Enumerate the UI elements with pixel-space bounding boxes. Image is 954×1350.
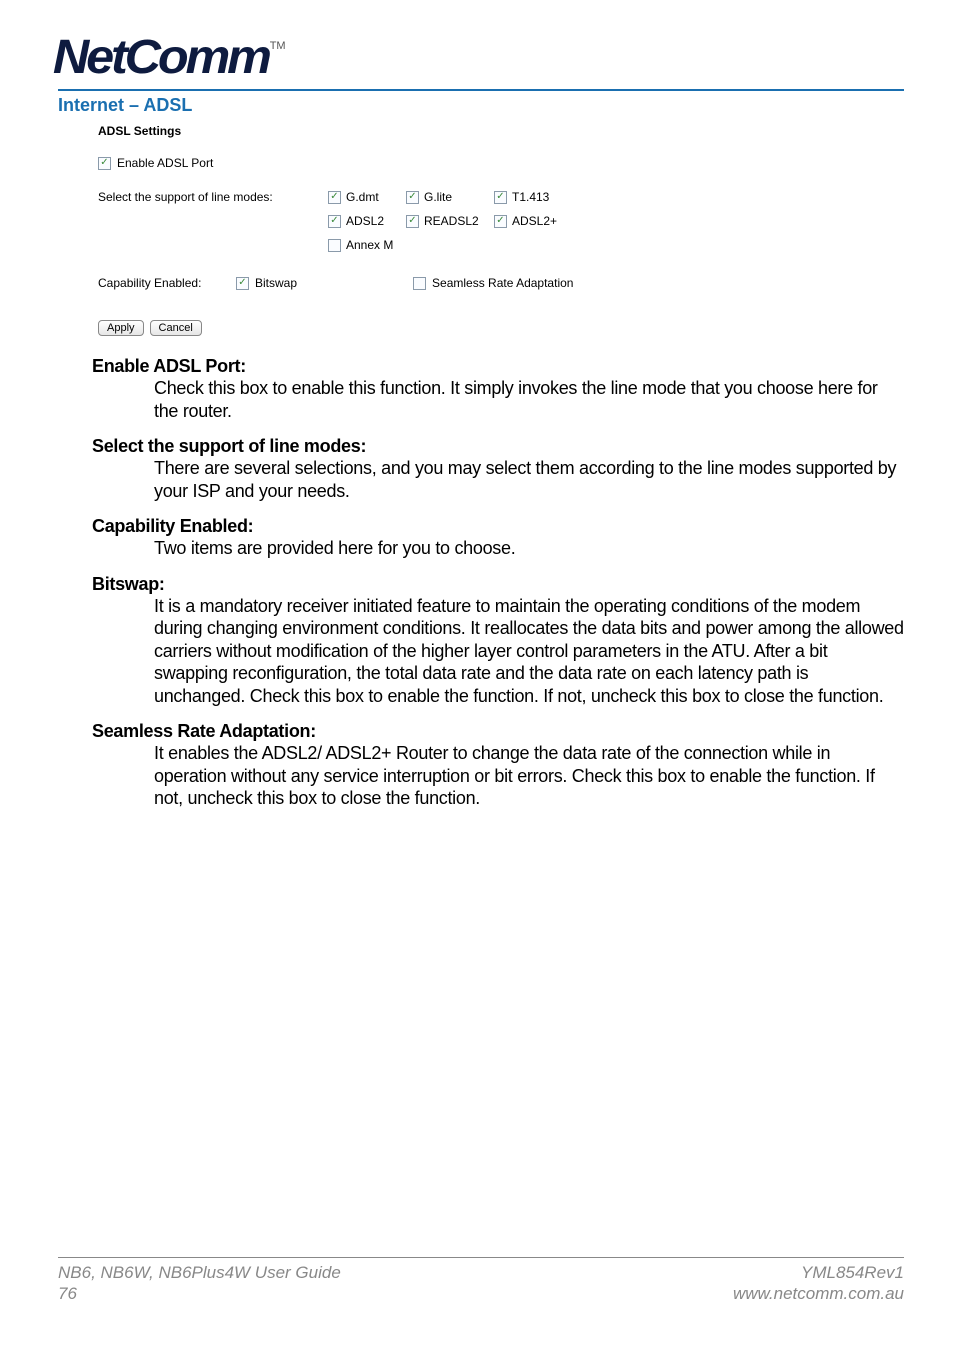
footer-url: www.netcomm.com.au [733,1283,904,1304]
adsl2-label: ADSL2 [346,214,384,228]
panel-heading: ADSL Settings [98,124,658,138]
enable-adsl-checkbox[interactable]: ✓ [98,157,111,170]
desc-enable-title: Enable ADSL Port: [92,356,904,377]
adsl2-checkbox[interactable]: ✓ [328,215,341,228]
gdmt-checkbox[interactable]: ✓ [328,191,341,204]
enable-adsl-label: Enable ADSL Port [117,156,213,170]
glite-label: G.lite [424,190,452,204]
desc-enable-body: Check this box to enable this function. … [154,377,904,422]
t1413-label: T1.413 [512,190,549,204]
annexm-label: Annex M [346,238,393,252]
desc-linemodes-body: There are several selections, and you ma… [154,457,904,502]
line-modes-label: Select the support of line modes: [98,190,308,252]
desc-linemodes-title: Select the support of line modes: [92,436,904,457]
desc-capability-title: Capability Enabled: [92,516,904,537]
desc-bitswap-body: It is a mandatory receiver initiated fea… [154,595,904,708]
desc-bitswap-title: Bitswap: [92,574,904,595]
cancel-button[interactable]: Cancel [150,320,202,336]
readsl2-checkbox[interactable]: ✓ [406,215,419,228]
desc-sra-title: Seamless Rate Adaptation: [92,721,904,742]
brand-name: NetComm [53,30,269,85]
bitswap-label: Bitswap [255,276,297,290]
readsl2-label: READSL2 [424,214,479,228]
sra-label: Seamless Rate Adaptation [432,276,573,290]
apply-button[interactable]: Apply [98,320,144,336]
brand-logo: NetComm TM [58,30,904,85]
adsl2p-label: ADSL2+ [512,214,557,228]
bitswap-checkbox[interactable]: ✓ [236,277,249,290]
capability-label: Capability Enabled: [98,276,218,290]
glite-checkbox[interactable]: ✓ [406,191,419,204]
adsl2p-checkbox[interactable]: ✓ [494,215,507,228]
desc-sra-body: It enables the ADSL2/ ADSL2+ Router to c… [154,742,904,810]
t1413-checkbox[interactable]: ✓ [494,191,507,204]
trademark-icon: TM [270,40,286,52]
sra-checkbox[interactable] [413,277,426,290]
gdmt-label: G.dmt [346,190,379,204]
footer-rev: YML854Rev1 [733,1262,904,1283]
section-title: Internet – ADSL [58,95,904,116]
desc-capability-body: Two items are provided here for you to c… [154,537,904,560]
footer-page: 76 [58,1283,341,1304]
annexm-checkbox[interactable] [328,239,341,252]
footer-guide: NB6, NB6W, NB6Plus4W User Guide [58,1262,341,1283]
